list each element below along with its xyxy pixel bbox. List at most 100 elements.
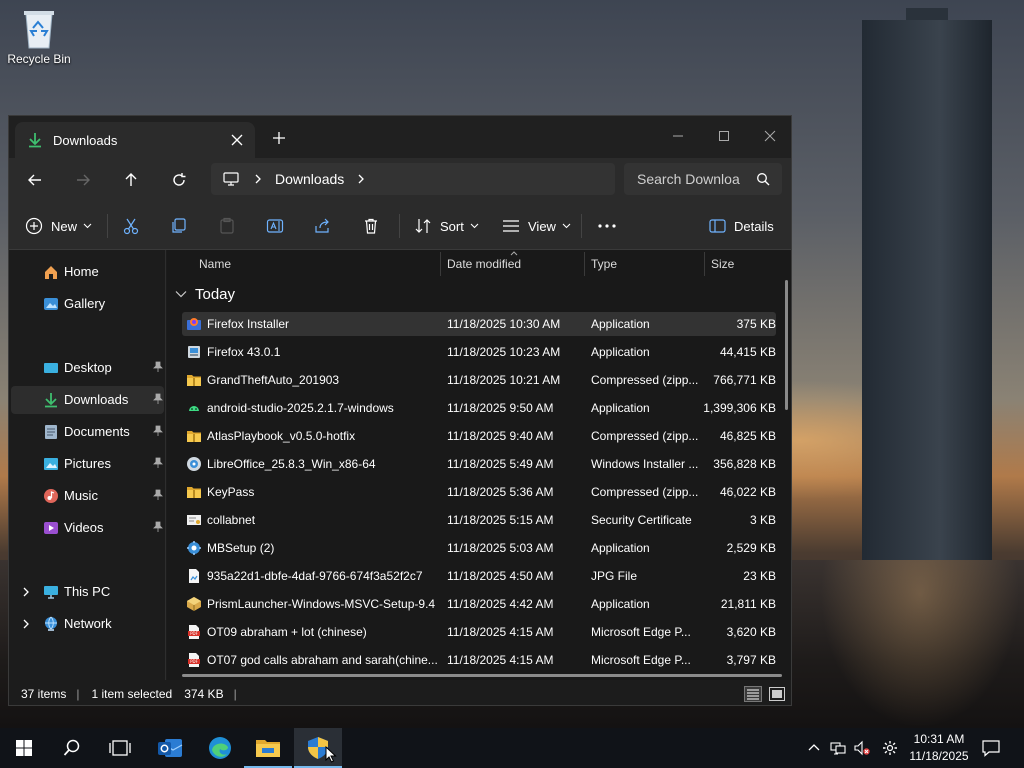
taskbar-edge[interactable] (196, 728, 244, 768)
search-input[interactable] (637, 171, 741, 187)
new-tab-icon[interactable] (271, 130, 287, 146)
volume-muted-icon[interactable] (854, 740, 870, 756)
sidebar-item-downloads[interactable]: Downloads (11, 386, 164, 414)
chevron-right-icon[interactable] (356, 173, 366, 185)
file-name: android-studio-2025.2.1.7-windows (207, 401, 394, 415)
forward-button[interactable] (69, 168, 97, 192)
taskbar-search-button[interactable] (48, 728, 96, 768)
scissors-icon (123, 218, 139, 235)
refresh-button[interactable] (165, 168, 193, 192)
sidebar-item-documents[interactable]: Documents (11, 418, 164, 446)
file-type: Compressed (zipp... (591, 429, 699, 443)
pin-icon[interactable] (152, 393, 164, 405)
list-view-icon (503, 220, 519, 232)
file-size: 3 KB (749, 513, 776, 527)
cut-button[interactable] (122, 214, 140, 238)
chevron-right-icon[interactable] (253, 173, 263, 185)
file-type: Compressed (zipp... (591, 485, 699, 499)
group-header-today[interactable]: Today (175, 284, 235, 304)
sidebar-item-home[interactable]: Home (11, 258, 164, 286)
clock-date: 11/18/2025 (909, 749, 969, 763)
desktop-icon-recycle-bin[interactable]: Recycle Bin (6, 6, 72, 66)
file-row[interactable]: collabnet 11/18/2025 5:15 AM Security Cert… (182, 508, 776, 532)
sidebar-item-music[interactable]: Music (11, 482, 164, 510)
address-bar[interactable]: Downloads (211, 163, 615, 195)
sidebar-item-pictures[interactable]: Pictures (11, 450, 164, 478)
close-window-button[interactable] (747, 122, 791, 150)
pin-icon[interactable] (152, 521, 164, 533)
pin-icon[interactable] (152, 425, 164, 437)
close-tab-icon[interactable] (229, 132, 245, 148)
view-button[interactable]: View (502, 214, 571, 238)
sidebar-item-label: This PC (64, 584, 111, 599)
column-header-type[interactable]: Type (591, 250, 617, 278)
taskbar-windows-security[interactable] (294, 728, 342, 768)
file-row[interactable]: LibreOffice_25.8.3_Win_x86-64 11/18/2025 … (182, 452, 776, 476)
details-pane-button[interactable]: Details (709, 214, 774, 238)
tiles-view-icon[interactable] (768, 686, 786, 702)
pin-icon[interactable] (152, 489, 164, 501)
file-row[interactable]: android-studio-2025.2.1.7-windows 11/18/2… (182, 396, 776, 420)
back-button[interactable] (21, 168, 49, 192)
column-divider[interactable] (704, 252, 705, 276)
file-row[interactable]: Firefox Installer 11/18/2025 10:30 AM Appl… (182, 312, 776, 336)
file-row[interactable]: PDF OT07 god calls abraham and sarah(chin… (182, 648, 776, 672)
share-button[interactable] (314, 214, 332, 238)
column-header-size[interactable]: Size (711, 250, 734, 278)
details-view-icon[interactable] (744, 686, 762, 702)
column-divider[interactable] (440, 252, 441, 276)
search-icon (63, 739, 80, 756)
more-options-button[interactable] (597, 214, 617, 238)
file-row[interactable]: Firefox 43.0.1 11/18/2025 10:23 AM Applica… (182, 340, 776, 364)
sidebar-item-network[interactable]: Network (11, 610, 164, 638)
new-button[interactable]: New (25, 214, 92, 238)
arrow-left-icon (28, 174, 41, 186)
taskbar-file-explorer[interactable] (244, 728, 292, 768)
file-date: 11/18/2025 4:15 AM (447, 653, 554, 667)
chevron-right-icon[interactable] (21, 618, 31, 630)
vertical-scrollbar[interactable] (785, 280, 788, 410)
rename-button[interactable] (266, 214, 284, 238)
refresh-icon (173, 173, 186, 186)
paste-button[interactable] (218, 214, 236, 238)
sidebar-item-this-pc[interactable]: This PC (11, 578, 164, 606)
taskbar-clock[interactable]: 10:31 AM 11/18/2025 (904, 731, 974, 765)
maximize-button[interactable] (701, 122, 747, 150)
pin-icon[interactable] (152, 361, 164, 373)
horizontal-scrollbar[interactable] (182, 674, 782, 677)
sidebar-item-gallery[interactable]: Gallery (11, 290, 164, 318)
file-row[interactable]: PDF OT09 abraham + lot (chinese) 11/18/202… (182, 620, 776, 644)
search-icon[interactable] (756, 172, 770, 186)
column-divider[interactable] (584, 252, 585, 276)
pin-icon[interactable] (152, 457, 164, 469)
column-header-date[interactable]: Date modified (447, 250, 521, 278)
settings-gear-icon[interactable] (882, 740, 898, 756)
tab-downloads[interactable]: Downloads (15, 122, 255, 158)
file-row[interactable]: MBSetup (2) 11/18/2025 5:03 AM Application… (182, 536, 776, 560)
start-button[interactable] (0, 728, 48, 768)
delete-button[interactable] (362, 214, 380, 238)
file-row[interactable]: PrismLauncher-Windows-MSVC-Setup-9.4 11/1… (182, 592, 776, 616)
file-type: Microsoft Edge P... (591, 625, 691, 639)
sidebar-item-desktop[interactable]: Desktop (11, 354, 164, 382)
file-row[interactable]: GrandTheftAuto_201903 11/18/2025 10:21 AM… (182, 368, 776, 392)
task-view-button[interactable] (96, 728, 144, 768)
show-hidden-icons-icon[interactable] (806, 740, 822, 756)
file-row[interactable]: AtlasPlaybook_v0.5.0-hotfix 11/18/2025 9:… (182, 424, 776, 448)
file-row[interactable]: KeyPass 11/18/2025 5:36 AM Compressed (zip… (182, 480, 776, 504)
sort-button[interactable]: Sort (414, 214, 479, 238)
file-size: 3,797 KB (726, 653, 776, 667)
notifications-icon[interactable] (982, 739, 1000, 757)
chevron-right-icon[interactable] (21, 586, 31, 598)
wallpaper-tower (862, 20, 992, 560)
sidebar-item-videos[interactable]: Videos (11, 514, 164, 542)
column-header-name[interactable]: Name (199, 250, 231, 278)
file-name: GrandTheftAuto_201903 (207, 373, 340, 387)
up-button[interactable] (117, 168, 145, 192)
minimize-button[interactable] (655, 122, 701, 150)
taskbar-outlook[interactable] (146, 728, 194, 768)
breadcrumb-downloads[interactable]: Downloads (275, 171, 344, 187)
file-row[interactable]: 935a22d1-dbfe-4daf-9766-674f3a52f2c7 11/1… (182, 564, 776, 588)
copy-button[interactable] (170, 214, 188, 238)
network-status-icon[interactable] (830, 740, 846, 756)
